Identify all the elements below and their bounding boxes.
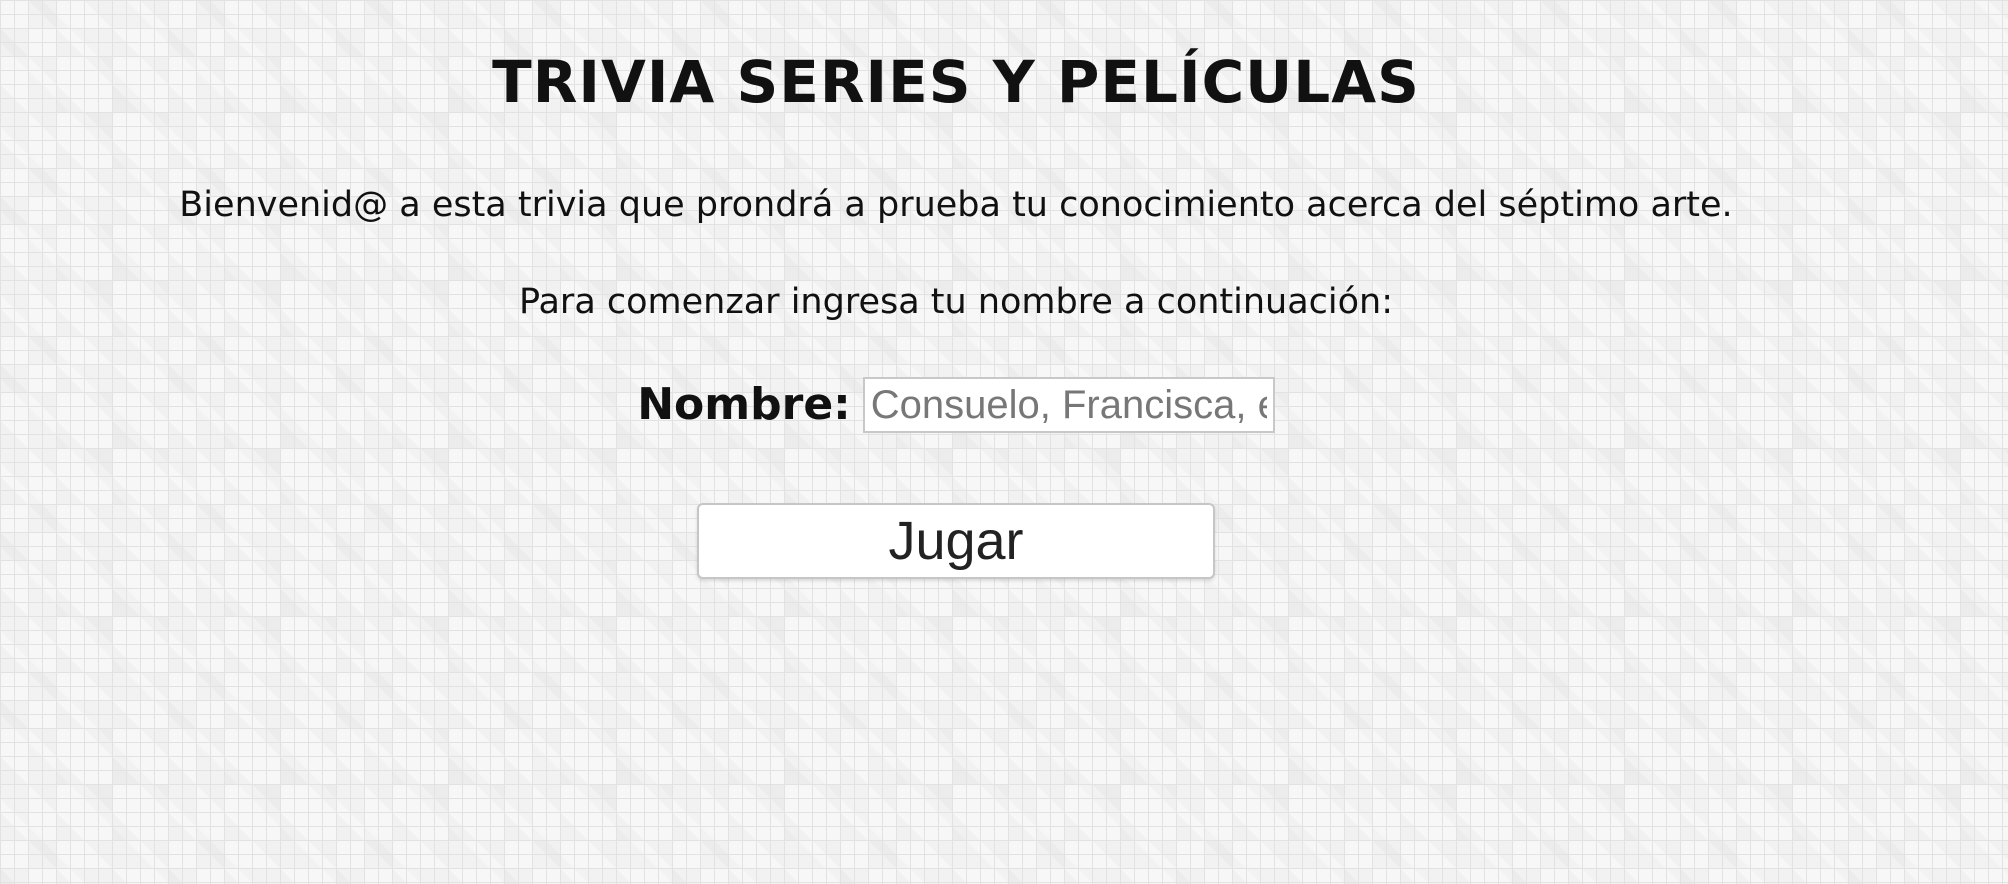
- name-label: Nombre:: [637, 379, 851, 430]
- page-title: TRIVIA SERIES Y PELÍCULAS: [492, 48, 1420, 116]
- name-form-row: Nombre:: [0, 375, 1912, 435]
- instruction-text: Para comenzar ingresa tu nombre a contin…: [518, 282, 1394, 322]
- play-button[interactable]: Jugar: [697, 503, 1215, 579]
- name-input[interactable]: [862, 377, 1275, 433]
- page: TRIVIA SERIES Y PELÍCULAS Bienvenid@ a e…: [0, 0, 2008, 884]
- welcome-text: Bienvenid@ a esta trivia que prondrá a p…: [179, 185, 1733, 225]
